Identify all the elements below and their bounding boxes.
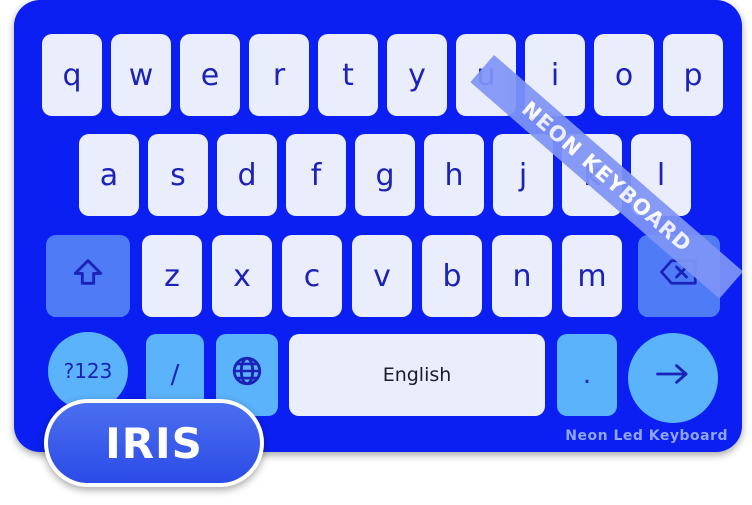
key-f[interactable]: f — [286, 134, 346, 216]
key-z[interactable]: z — [142, 235, 202, 317]
key-b[interactable]: b — [422, 235, 482, 317]
key-s[interactable]: s — [148, 134, 208, 216]
key-n[interactable]: n — [492, 235, 552, 317]
key-v[interactable]: v — [352, 235, 412, 317]
shift-key[interactable] — [46, 235, 130, 317]
globe-icon — [230, 354, 264, 396]
key-c[interactable]: c — [282, 235, 342, 317]
key-y[interactable]: y — [387, 34, 447, 116]
period-key[interactable]: . — [557, 334, 617, 416]
theme-badge: IRIS — [44, 399, 264, 487]
enter-key[interactable] — [628, 333, 718, 423]
key-x[interactable]: x — [212, 235, 272, 317]
key-h[interactable]: h — [424, 134, 484, 216]
key-d[interactable]: d — [217, 134, 277, 216]
key-a[interactable]: a — [79, 134, 139, 216]
arrow-right-icon — [654, 359, 692, 397]
key-o[interactable]: o — [594, 34, 654, 116]
keyboard-panel: q w e r t y u i o p a s d f g h j k l z … — [14, 0, 742, 452]
key-g[interactable]: g — [355, 134, 415, 216]
key-p[interactable]: p — [663, 34, 723, 116]
brand-label: Neon Led Keyboard — [565, 428, 728, 444]
key-m[interactable]: m — [562, 235, 622, 317]
key-q[interactable]: q — [42, 34, 102, 116]
key-e[interactable]: e — [180, 34, 240, 116]
key-t[interactable]: t — [318, 34, 378, 116]
space-key[interactable]: English — [289, 334, 545, 416]
key-r[interactable]: r — [249, 34, 309, 116]
key-w[interactable]: w — [111, 34, 171, 116]
shift-icon — [71, 255, 105, 297]
